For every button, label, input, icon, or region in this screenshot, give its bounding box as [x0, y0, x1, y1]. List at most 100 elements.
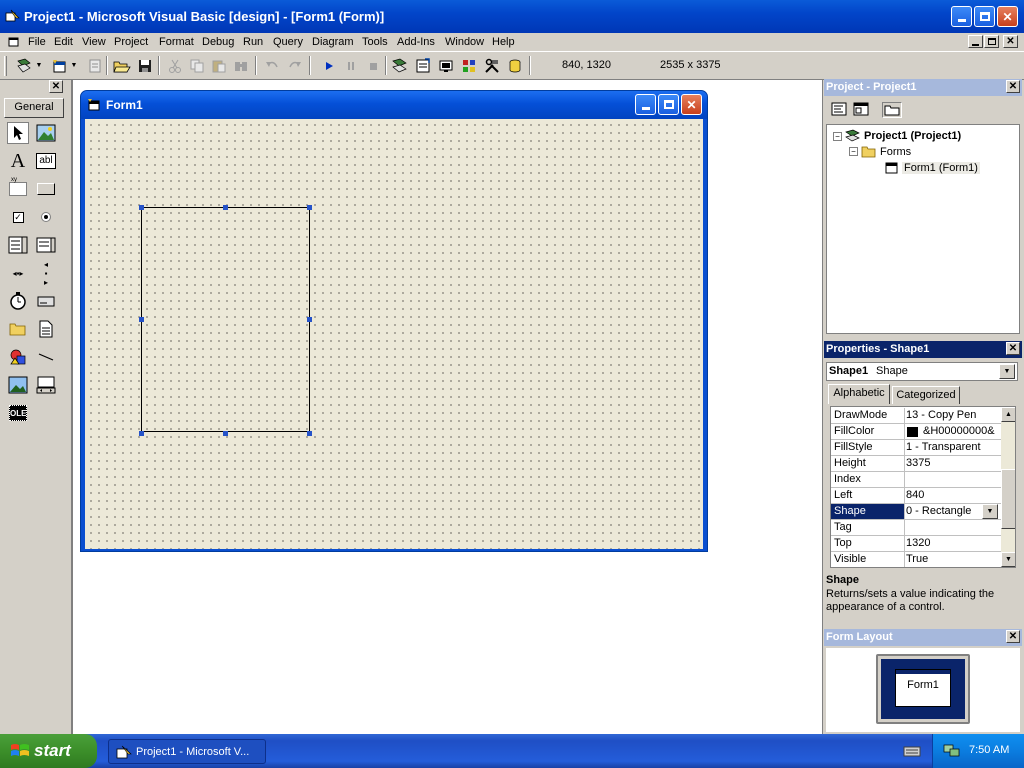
close-button[interactable]: ✕ — [997, 6, 1018, 27]
frame-tool[interactable]: xy — [7, 177, 29, 200]
menu-run[interactable]: Run — [243, 36, 263, 48]
dirlistbox-tool[interactable] — [7, 318, 29, 340]
properties-panel-title[interactable]: Properties - Shape1 ✕ — [824, 341, 1022, 358]
break-button[interactable] — [342, 57, 360, 74]
tree-node-project1[interactable]: − Project1 (Project1) — [833, 129, 961, 143]
form-layout-button[interactable] — [437, 57, 455, 74]
tab-categorized[interactable]: Categorized — [892, 386, 960, 404]
form-layout-close-button[interactable]: ✕ — [1006, 630, 1020, 643]
optionbutton-tool[interactable] — [35, 206, 57, 228]
copy-button[interactable] — [188, 57, 206, 74]
resize-handle-sw[interactable] — [139, 431, 144, 436]
collapse-icon[interactable]: − — [849, 147, 858, 156]
save-project-button[interactable] — [136, 57, 154, 74]
property-row-height[interactable]: Height 3375 — [831, 456, 1001, 472]
form-title-bar[interactable]: Form1 ✕ — [81, 91, 707, 119]
project-panel-close-button[interactable]: ✕ — [1006, 80, 1020, 93]
commandbutton-tool[interactable] — [35, 178, 57, 200]
menu-file[interactable]: File — [28, 36, 46, 48]
property-row-top[interactable]: Top 1320 — [831, 536, 1001, 552]
property-row-visible[interactable]: Visible True — [831, 552, 1001, 567]
data-view-button[interactable] — [506, 57, 524, 74]
shape1-rectangle[interactable] — [141, 207, 310, 432]
menu-format[interactable]: Format — [159, 36, 194, 48]
property-value-dropdown[interactable]: ▼ — [982, 504, 998, 519]
project-explorer-button[interactable] — [391, 57, 409, 74]
property-row-fillstyle[interactable]: FillStyle 1 - Transparent — [831, 440, 1001, 456]
property-row-shape[interactable]: Shape 0 - Rectangle ▼ — [831, 504, 1001, 520]
redo-button[interactable] — [286, 57, 304, 74]
property-grid-scrollbar[interactable]: ▲ ▼ — [1001, 407, 1015, 567]
collapse-icon[interactable]: − — [833, 131, 842, 141]
menu-project[interactable]: Project — [114, 36, 148, 48]
tree-node-form1[interactable]: Form1 (Form1) — [885, 161, 980, 174]
network-icon[interactable] — [943, 743, 961, 759]
combobox-tool[interactable] — [7, 234, 29, 256]
child-minimize-button[interactable] — [968, 35, 983, 48]
form-maximize-button[interactable] — [658, 94, 679, 115]
drivelistbox-tool[interactable] — [35, 290, 57, 312]
object-selector-dropdown[interactable]: ▼ — [999, 364, 1015, 379]
object-selector-combo[interactable]: Shape1 Shape ▼ — [826, 362, 1018, 381]
menu-add-ins[interactable]: Add-Ins — [397, 36, 435, 48]
mdi-child-icon[interactable] — [8, 36, 21, 49]
menu-window[interactable]: Window — [445, 36, 484, 48]
title-bar[interactable]: Project1 - Microsoft Visual Basic [desig… — [0, 0, 1024, 33]
child-restore-button[interactable] — [984, 35, 999, 48]
scroll-thumb[interactable] — [1001, 469, 1015, 529]
toolbox-tab-general[interactable]: General — [4, 98, 64, 118]
properties-window-button[interactable] — [414, 57, 432, 74]
property-row-fillcolor[interactable]: FillColor &H00000000& — [831, 424, 1001, 440]
resize-handle-w[interactable] — [139, 317, 144, 322]
scroll-up-button[interactable]: ▲ — [1001, 407, 1015, 422]
form-close-button[interactable]: ✕ — [681, 94, 702, 115]
toolbox-close-button[interactable]: ✕ — [49, 80, 63, 93]
checkbox-tool[interactable]: ✓ — [7, 206, 29, 228]
property-row-drawmode[interactable]: DrawMode 13 - Copy Pen — [831, 408, 1001, 424]
minimize-button[interactable] — [951, 6, 972, 27]
clock[interactable]: 7:50 AM — [969, 744, 1009, 756]
toolbox-button[interactable] — [483, 57, 501, 74]
menu-view[interactable]: View — [82, 36, 106, 48]
menu-debug[interactable]: Debug — [202, 36, 234, 48]
add-form-button[interactable] — [50, 57, 68, 74]
form-design-surface[interactable] — [85, 119, 703, 549]
end-button[interactable] — [364, 57, 382, 74]
properties-panel-close-button[interactable]: ✕ — [1006, 342, 1020, 355]
hscrollbar-tool[interactable]: ◂▪▸ — [7, 262, 29, 284]
ole-tool[interactable]: OLE — [7, 402, 29, 424]
form1-layout-preview[interactable]: Form1 — [895, 669, 951, 707]
scroll-down-button[interactable]: ▼ — [1001, 552, 1015, 567]
timer-tool[interactable] — [7, 290, 29, 312]
menu-tools[interactable]: Tools — [362, 36, 388, 48]
shape-tool[interactable] — [7, 346, 29, 368]
menu-query[interactable]: Query — [273, 36, 303, 48]
add-project-button[interactable] — [16, 57, 34, 74]
pointer-tool[interactable] — [7, 122, 29, 144]
view-code-button[interactable] — [831, 102, 849, 118]
toolbar-grip[interactable] — [4, 56, 7, 76]
resize-handle-nw[interactable] — [139, 205, 144, 210]
toggle-folders-button[interactable] — [882, 102, 902, 118]
resize-handle-n[interactable] — [223, 205, 228, 210]
property-row-index[interactable]: Index — [831, 472, 1001, 488]
view-object-button[interactable] — [853, 102, 871, 118]
resize-handle-e[interactable] — [307, 317, 312, 322]
filelistbox-tool[interactable] — [35, 318, 57, 340]
picturebox-tool[interactable] — [35, 122, 57, 144]
form-layout-panel-title[interactable]: Form Layout ✕ — [824, 629, 1022, 646]
open-project-button[interactable] — [113, 57, 131, 74]
undo-button[interactable] — [263, 57, 281, 74]
start-button[interactable]: start — [0, 734, 97, 768]
maximize-button[interactable] — [974, 6, 995, 27]
menu-editor-button[interactable] — [86, 57, 104, 74]
menu-help[interactable]: Help — [492, 36, 515, 48]
textbox-tool[interactable]: abl — [35, 150, 57, 172]
object-browser-button[interactable] — [460, 57, 478, 74]
start-button[interactable] — [320, 57, 338, 74]
child-close-button[interactable]: ✕ — [1003, 35, 1018, 48]
label-tool[interactable]: A — [7, 150, 29, 172]
project-panel-title[interactable]: Project - Project1 ✕ — [824, 79, 1022, 96]
form-minimize-button[interactable] — [635, 94, 656, 115]
listbox-tool[interactable] — [35, 234, 57, 256]
